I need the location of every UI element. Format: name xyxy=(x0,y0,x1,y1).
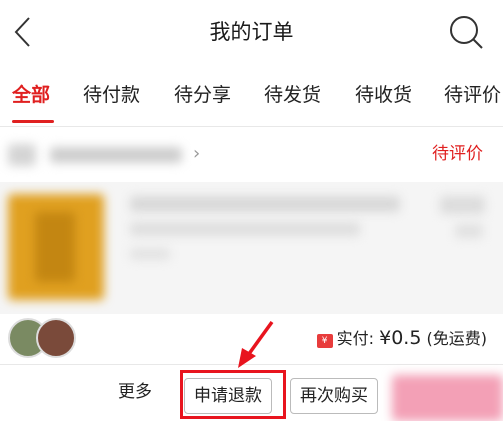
avatar xyxy=(36,318,76,358)
shipping-note: (免运费) xyxy=(421,329,488,348)
product-card[interactable] xyxy=(0,182,503,314)
tab-pending-shipment[interactable]: 待发货 xyxy=(264,64,321,126)
more-button[interactable]: 更多 xyxy=(118,365,152,420)
order-status: 待评价 xyxy=(432,144,483,164)
order-status-tabs: 全部 待付款 待分享 待发货 待收货 待评价 xyxy=(0,64,503,127)
tab-pending-payment[interactable]: 待付款 xyxy=(83,64,140,126)
product-quantity xyxy=(455,224,483,238)
product-title-line2 xyxy=(130,222,360,236)
highlight-box xyxy=(180,370,286,419)
paid-amount: ¥ 实付: ¥0.5 (免运费) xyxy=(316,323,488,353)
product-price xyxy=(440,196,485,214)
annotation-arrow xyxy=(238,320,274,368)
store-name xyxy=(50,147,182,163)
product-spec xyxy=(130,248,170,260)
store-header[interactable]: › 待评价 xyxy=(0,127,503,182)
paid-label: 实付: xyxy=(336,329,380,348)
primary-action-button[interactable] xyxy=(392,375,503,421)
tab-all[interactable]: 全部 xyxy=(12,64,50,126)
payment-icon: ¥ xyxy=(316,334,333,348)
buy-again-button[interactable]: 再次购买 xyxy=(290,378,378,414)
paid-value: ¥0.5 xyxy=(379,327,422,349)
top-nav-bar: 我的订单 xyxy=(0,0,503,64)
tab-pending-share[interactable]: 待分享 xyxy=(174,64,231,126)
search-icon[interactable] xyxy=(447,13,485,51)
tab-pending-review[interactable]: 待评价 xyxy=(444,64,501,126)
active-tab-indicator xyxy=(12,120,54,123)
product-image-detail xyxy=(35,212,75,282)
tab-pending-receipt[interactable]: 待收货 xyxy=(355,64,412,126)
store-icon xyxy=(8,144,36,166)
product-title xyxy=(130,196,400,212)
chevron-right-icon: › xyxy=(193,143,201,164)
page-title: 我的订单 xyxy=(209,20,294,44)
